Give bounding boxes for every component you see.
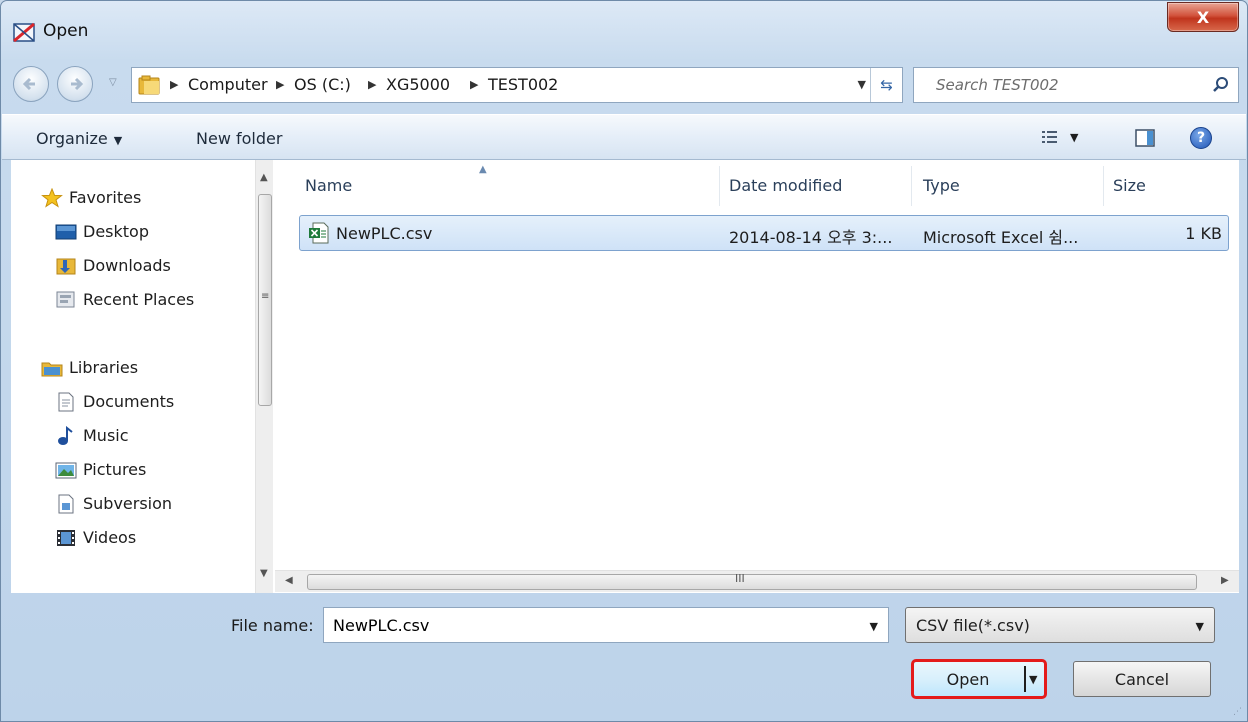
breadcrumb-os-c[interactable]: OS (C:) xyxy=(294,75,351,94)
file-name-input[interactable] xyxy=(324,608,854,642)
refresh-button[interactable]: ⇆ xyxy=(870,68,902,102)
close-icon: X xyxy=(1196,7,1210,27)
file-type-value: CSV file(*.csv) xyxy=(916,616,1030,635)
file-row-selected[interactable]: NewPLC.csv 2014-08-14 오후 3:... Microsoft… xyxy=(299,215,1229,251)
scroll-left-icon[interactable]: ◀ xyxy=(285,575,293,586)
navigation-vertical-scrollbar[interactable]: ▲ ≡ ▼ xyxy=(255,160,273,593)
organize-label: Organize xyxy=(36,129,108,148)
file-size-cell: 1 KB xyxy=(1185,224,1222,243)
scrollbar-thumb[interactable] xyxy=(307,574,1197,590)
cancel-button-label: Cancel xyxy=(1114,669,1170,689)
recent-places-icon xyxy=(56,291,75,308)
help-icon[interactable]: ? xyxy=(1190,127,1212,149)
breadcrumb-xg5000[interactable]: XG5000 xyxy=(386,75,450,94)
search-box[interactable] xyxy=(913,67,1239,103)
breadcrumb-separator-icon[interactable]: ▶ xyxy=(368,78,376,91)
view-options-icon[interactable] xyxy=(1040,128,1060,148)
breadcrumb-separator-icon[interactable]: ▶ xyxy=(276,78,284,91)
nav-subversion-label: Subversion xyxy=(83,494,173,513)
file-type-select[interactable]: CSV file(*.csv) ▼ xyxy=(905,607,1215,643)
address-bar[interactable]: ▶ Computer ▶ OS (C:) ▶ XG5000 ▶ TEST002 … xyxy=(131,67,903,103)
nav-music-label: Music xyxy=(83,426,129,445)
forward-arrow-icon xyxy=(71,77,84,91)
view-dropdown-icon[interactable]: ▼ xyxy=(1070,131,1078,144)
sort-ascending-icon: ▲ xyxy=(479,164,487,175)
desktop-icon xyxy=(55,224,77,240)
videos-icon xyxy=(57,530,75,546)
file-name-label: File name: xyxy=(231,616,314,635)
folder-icon xyxy=(138,74,162,96)
libraries-icon xyxy=(41,362,63,377)
nav-desktop-label: Desktop xyxy=(83,222,149,241)
nav-downloads-label: Downloads xyxy=(83,256,171,275)
address-dropdown-icon[interactable]: ▼ xyxy=(858,78,866,91)
subversion-icon xyxy=(58,494,74,514)
nav-pictures-label: Pictures xyxy=(83,460,147,479)
open-button-label: Open xyxy=(946,670,990,689)
nav-libraries-label: Libraries xyxy=(69,358,139,377)
recent-locations-dropdown-icon[interactable]: ▽ xyxy=(109,77,117,88)
open-options-dropdown-icon[interactable]: ▼ xyxy=(1029,673,1037,686)
nav-documents-label: Documents xyxy=(83,392,175,411)
scroll-right-icon[interactable]: ▶ xyxy=(1221,575,1229,586)
scrollbar-grip-icon: III xyxy=(735,572,745,585)
chevron-down-icon: ▼ xyxy=(113,134,123,147)
file-type-dropdown-icon: ▼ xyxy=(1195,620,1204,633)
file-date-cell: 2014-08-14 오후 3:... xyxy=(729,228,893,247)
refresh-icon: ⇆ xyxy=(880,76,893,94)
preview-pane-icon[interactable] xyxy=(1134,127,1156,149)
file-list-pane: ▲ Name Date modified Type Size NewPLC.cs… xyxy=(275,160,1239,593)
file-name-cell: NewPLC.csv xyxy=(336,224,433,243)
navigation-pane: Favorites Desktop Downloads Recent Place… xyxy=(11,160,273,593)
command-toolbar: Organize ▼ New folder ▼ ? xyxy=(2,114,1246,160)
file-name-dropdown-icon[interactable]: ▼ xyxy=(870,620,878,633)
scroll-up-icon[interactable]: ▲ xyxy=(260,172,268,183)
open-dialog-window: Open X ▽ ▶ Computer ▶ OS (C:) ▶ XG5000 ▶… xyxy=(0,0,1248,722)
search-input[interactable] xyxy=(914,68,1204,102)
star-icon xyxy=(41,188,63,208)
split-divider xyxy=(1024,666,1026,692)
nav-recent-places-label: Recent Places xyxy=(83,290,195,309)
downloads-icon xyxy=(56,258,76,275)
file-list-horizontal-scrollbar[interactable]: ◀ III ▶ xyxy=(275,570,1239,592)
nav-favorites-label: Favorites xyxy=(69,188,142,207)
navigation-bar: ▽ ▶ Computer ▶ OS (C:) ▶ XG5000 ▶ TEST00… xyxy=(11,63,1239,107)
music-icon xyxy=(58,426,73,445)
column-header-type[interactable]: Type xyxy=(923,176,960,195)
file-type-cell: Microsoft Excel 쉼... xyxy=(923,228,1079,247)
breadcrumb-computer[interactable]: Computer xyxy=(188,75,268,94)
back-button[interactable] xyxy=(13,66,49,102)
column-header-date[interactable]: Date modified xyxy=(729,176,842,195)
breadcrumb-test002[interactable]: TEST002 xyxy=(488,75,558,94)
column-divider[interactable] xyxy=(1103,166,1104,206)
scrollbar-grip-icon: ≡ xyxy=(261,291,270,302)
nav-videos-label: Videos xyxy=(83,528,137,547)
column-divider[interactable] xyxy=(719,166,720,206)
column-header-name[interactable]: Name xyxy=(305,176,352,195)
organize-button[interactable]: Organize ▼ xyxy=(36,129,122,148)
scroll-down-icon[interactable]: ▼ xyxy=(260,568,268,579)
resize-grip-icon[interactable]: ⋰ xyxy=(1233,707,1243,717)
column-divider[interactable] xyxy=(911,166,912,206)
excel-file-icon xyxy=(309,222,329,244)
app-icon xyxy=(13,21,35,43)
column-header-size[interactable]: Size xyxy=(1113,176,1146,195)
breadcrumb-separator-icon[interactable]: ▶ xyxy=(470,78,478,91)
close-button[interactable]: X xyxy=(1167,2,1239,32)
open-button[interactable]: Open ▼ xyxy=(911,659,1047,699)
window-title: Open xyxy=(43,21,89,41)
forward-button[interactable] xyxy=(57,66,93,102)
content-area: Favorites Desktop Downloads Recent Place… xyxy=(11,160,1239,593)
new-folder-button[interactable]: New folder xyxy=(196,129,282,148)
search-icon[interactable] xyxy=(1212,76,1230,94)
pictures-icon xyxy=(55,462,77,479)
breadcrumb-separator-icon[interactable]: ▶ xyxy=(170,78,178,91)
documents-icon xyxy=(58,392,74,412)
title-bar[interactable]: Open X xyxy=(1,1,1247,63)
back-arrow-icon xyxy=(22,77,35,91)
file-name-combobox[interactable]: ▼ xyxy=(323,607,889,643)
cancel-button[interactable]: Cancel xyxy=(1073,661,1211,697)
